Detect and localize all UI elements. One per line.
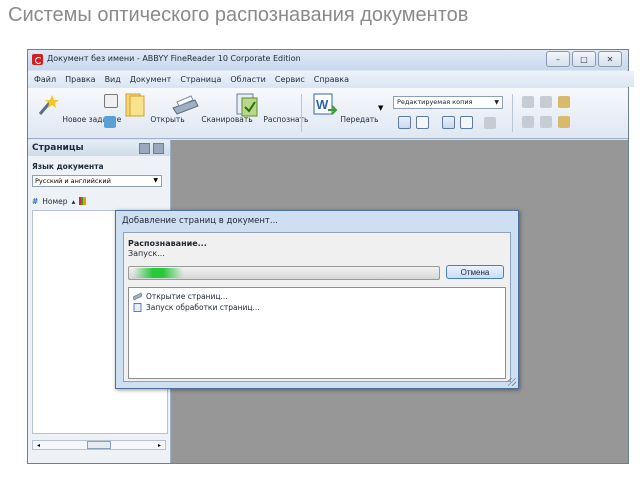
progress-bar [128,266,440,280]
paste-special-icon[interactable] [558,116,570,128]
close-button[interactable]: ✕ [598,51,622,67]
language-label: Язык документа [32,162,104,171]
chevron-down-icon: ▼ [153,177,158,184]
menu-areas[interactable]: Области [230,75,266,84]
view-text-button[interactable] [442,116,455,129]
svg-text:W: W [316,97,329,112]
scroll-right-icon[interactable]: ▸ [158,442,161,449]
window-title: Документ без имени - ABBYY FineReader 10… [47,54,301,63]
hash-icon: # [32,196,39,206]
toolbar: Новое задание Открыть Сканировать Распоз… [28,88,628,139]
pane-options-icon[interactable] [139,143,150,154]
slide-title: Системы оптического распознавания докуме… [8,4,469,26]
menu-page[interactable]: Страница [180,75,221,84]
scan-button[interactable]: Сканировать [171,92,253,136]
title-bar: Документ без имени - ABBYY FineReader 10… [28,50,628,70]
pages-horizontal-scrollbar[interactable]: ◂ ▸ [32,440,166,450]
pages-pane-header: Страницы [28,140,170,156]
pages-columns: # Номер ▴ [32,195,87,207]
menu-bar: Файл Правка Вид Документ Страница Област… [28,71,634,87]
log-item: Запуск обработки страниц... [133,303,260,312]
abbyy-logo-icon [32,54,43,65]
chevron-down-icon: ▼ [494,99,499,106]
scroll-left-icon[interactable]: ◂ [37,442,40,449]
page-icon[interactable] [104,94,118,108]
language-value: Русский и английский [35,177,111,185]
menu-view[interactable]: Вид [105,75,121,84]
cut-icon[interactable] [522,96,534,108]
view-page-button[interactable] [398,116,411,129]
progress-log: Открытие страниц... Запуск обработки стр… [128,287,506,379]
toolbar-separator [301,94,302,132]
resize-grip-icon[interactable] [508,378,516,386]
toolbar-separator [512,94,513,132]
cancel-button[interactable]: Отмена [446,265,504,279]
bar-chart-icon [79,197,87,205]
send-dropdown-arrow-icon[interactable]: ▼ [378,104,383,112]
recognize-icon [236,93,258,117]
redo-icon[interactable] [540,116,552,128]
pages-pane-title: Страницы [32,143,84,153]
open-pages-icon [133,292,142,301]
menu-edit[interactable]: Правка [65,75,95,84]
pane-view-icon[interactable] [153,143,164,154]
send-button[interactable]: W Передать [310,92,379,136]
folder-icon [125,93,145,117]
add-pages-dialog: Добавление страниц в документ... Распозн… [115,210,519,389]
menu-document[interactable]: Документ [130,75,172,84]
menu-help[interactable]: Справка [314,75,349,84]
undo-icon[interactable] [522,116,534,128]
new-task-button[interactable]: Новое задание [32,92,121,136]
word-icon: W [313,93,338,115]
scroll-thumb[interactable] [87,441,111,449]
view-image-button[interactable] [416,116,429,129]
log-item: Открытие страниц... [133,292,228,301]
minimize-button[interactable]: – [546,51,570,67]
status-title: Распознавание... [128,239,207,248]
progress-fill [133,268,183,278]
document-icon [133,303,142,312]
paste-icon[interactable] [558,96,570,108]
number-column-header[interactable]: Номер [42,197,67,206]
copy-icon[interactable] [540,96,552,108]
recognize-button[interactable]: Распознать [233,92,308,136]
view-zoom-button[interactable] [460,116,473,129]
refresh-icon[interactable] [104,116,116,128]
tool-icon[interactable] [484,117,496,129]
status-subtitle: Запуск... [128,249,165,258]
magic-wand-icon [38,95,59,115]
send-label: Передать [340,115,379,124]
format-select[interactable]: Редактируемая копия ▼ [393,96,503,109]
open-button[interactable]: Открыть [120,92,185,136]
format-select-value: Редактируемая копия [397,98,473,106]
dialog-body: Распознавание... Запуск... Отмена Открыт… [123,232,511,382]
sort-arrow-icon: ▴ [71,196,76,206]
log-item-text: Открытие страниц... [146,292,228,301]
language-select[interactable]: Русский и английский ▼ [32,175,162,187]
menu-tools[interactable]: Сервис [275,75,305,84]
maximize-button[interactable]: □ [572,51,596,67]
scanner-icon [172,95,199,115]
log-item-text: Запуск обработки страниц... [146,303,260,312]
menu-file[interactable]: Файл [34,75,56,84]
dialog-title: Добавление страниц в документ... [122,216,278,226]
